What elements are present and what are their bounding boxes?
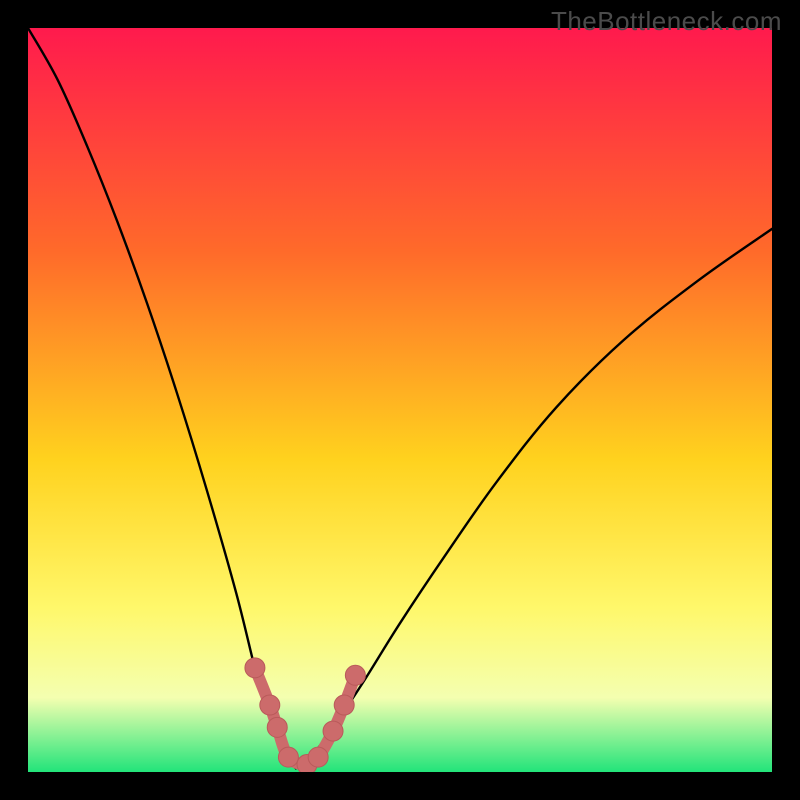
- marker-dot: [308, 747, 328, 767]
- marker-dot: [278, 747, 298, 767]
- marker-dot: [334, 695, 354, 715]
- plot-area: [28, 28, 772, 772]
- marker-dot: [267, 717, 287, 737]
- marker-dot: [260, 695, 280, 715]
- marker-dot: [245, 658, 265, 678]
- watermark-text: TheBottleneck.com: [551, 6, 782, 37]
- chart-frame: TheBottleneck.com: [0, 0, 800, 800]
- highlight-markers: [28, 28, 772, 772]
- marker-dot: [323, 721, 343, 741]
- marker-dot: [345, 665, 365, 685]
